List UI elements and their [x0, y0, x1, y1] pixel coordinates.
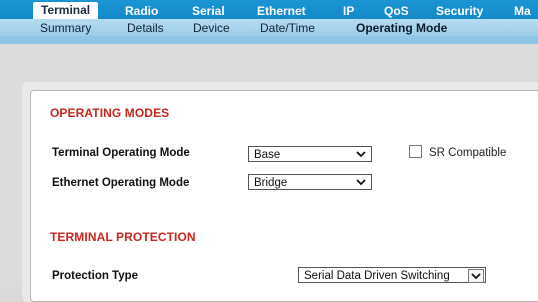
- tab-security[interactable]: Security: [436, 3, 483, 19]
- ethernet-mode-label: Ethernet Operating Mode: [52, 177, 190, 189]
- tab-management[interactable]: Ma: [514, 3, 531, 19]
- protection-type-label: Protection Type: [52, 270, 139, 282]
- tab-ethernet[interactable]: Ethernet: [257, 3, 306, 19]
- tab-terminal[interactable]: Terminal: [33, 2, 99, 19]
- sr-compatible-checkbox[interactable]: [409, 145, 422, 158]
- chevron-down-icon: [356, 179, 366, 186]
- protection-type-select[interactable]: Serial Data Driven Switching: [298, 267, 486, 283]
- subtab-date-time[interactable]: Date/Time: [260, 21, 315, 35]
- subtab-device[interactable]: Device: [193, 21, 230, 35]
- chevron-down-icon: [468, 269, 484, 283]
- main-tabs: Terminal Radio Serial Ethernet IP QoS Se…: [0, 0, 538, 19]
- ethernet-mode-select[interactable]: Bridge: [248, 174, 372, 190]
- top-navigation: Terminal Radio Serial Ethernet IP QoS Se…: [0, 0, 538, 36]
- subtab-summary[interactable]: Summary: [40, 21, 91, 35]
- subtab-operating-mode[interactable]: Operating Mode: [356, 21, 447, 35]
- sr-compatible-label: SR Compatible: [429, 147, 507, 159]
- protection-type-value: Serial Data Driven Switching: [304, 270, 450, 282]
- chevron-down-icon: [356, 151, 366, 158]
- sub-navigation: Summary Details Device Date/Time Operati…: [0, 19, 538, 36]
- terminal-mode-select[interactable]: Base: [248, 146, 372, 162]
- tab-radio[interactable]: Radio: [125, 3, 158, 19]
- ethernet-mode-value: Bridge: [254, 177, 288, 189]
- tab-ip[interactable]: IP: [343, 3, 354, 19]
- terminal-mode-value: Base: [254, 149, 281, 161]
- subtab-details[interactable]: Details: [127, 21, 164, 35]
- operating-modes-title: OPERATING MODES: [50, 106, 170, 120]
- tab-qos[interactable]: QoS: [384, 3, 409, 19]
- nav-divider: [0, 36, 538, 44]
- terminal-mode-label: Terminal Operating Mode: [52, 147, 190, 159]
- tab-serial[interactable]: Serial: [192, 3, 225, 19]
- terminal-protection-title: TERMINAL PROTECTION: [50, 230, 196, 244]
